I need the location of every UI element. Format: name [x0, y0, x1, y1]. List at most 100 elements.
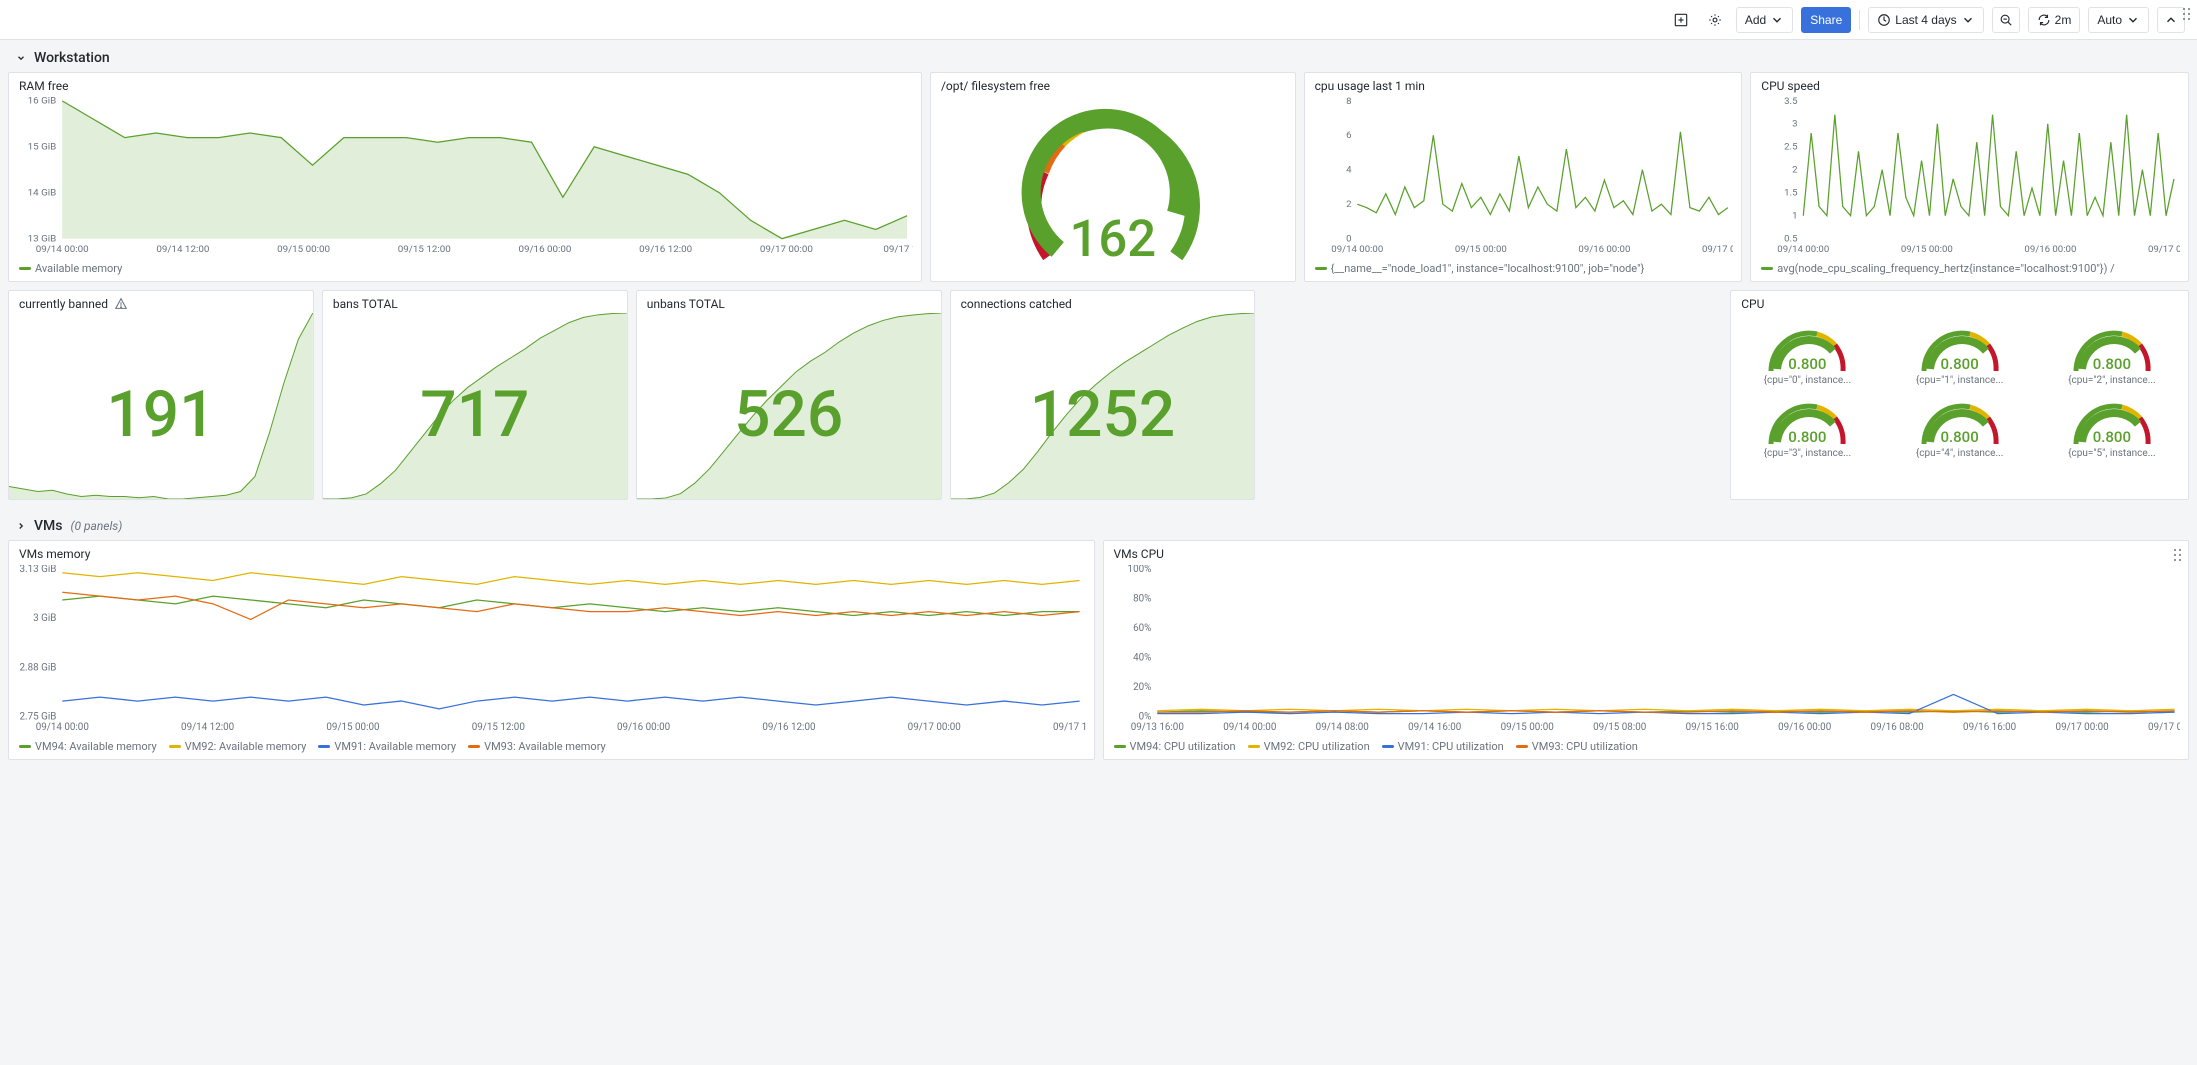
gauge-value: 0.800 [1788, 428, 1826, 446]
gauge-value: 0.800 [1940, 355, 1978, 373]
svg-text:09/17 12:00: 09/17 12:00 [1053, 722, 1085, 733]
svg-text:15 GiB: 15 GiB [28, 142, 57, 153]
svg-text:09/16 08:00: 09/16 08:00 [1870, 722, 1923, 733]
workstation-row-2: currently banned 191 bans TOTAL 717 unba… [0, 290, 2197, 508]
svg-text:09/15 00:00: 09/15 00:00 [1901, 244, 1953, 255]
gauge-label: {cpu="1", instance... [1916, 375, 2004, 386]
legend-label: Available memory [35, 262, 122, 275]
svg-text:40%: 40% [1133, 652, 1151, 663]
panel-unbans-total[interactable]: unbans TOTAL 526 [636, 290, 942, 500]
svg-text:09/15 00:00: 09/15 00:00 [1454, 244, 1506, 255]
panel-opt-fs[interactable]: /opt/ filesystem free 162 [930, 72, 1296, 282]
chart-cpu-speed[interactable]: 0.511.522.533.509/14 00:0009/15 00:0009/… [1751, 95, 2188, 260]
legend-label: VM91: Available memory [334, 740, 456, 753]
auto-label: Auto [2097, 13, 2122, 27]
svg-text:1.5: 1.5 [1784, 188, 1798, 199]
svg-text:09/17 00:00: 09/17 00:00 [760, 244, 813, 255]
legend-vms-memory: VM94: Available memory VM92: Available me… [9, 738, 1094, 759]
svg-text:09/16 12:00: 09/16 12:00 [639, 244, 692, 255]
section-header-workstation[interactable]: Workstation [0, 40, 2197, 72]
panel-currently-banned[interactable]: currently banned 191 [8, 290, 314, 500]
refresh-button[interactable]: 2m [2028, 7, 2081, 33]
share-button[interactable]: Share [1801, 7, 1851, 33]
legend-swatch [1761, 267, 1773, 270]
svg-text:4: 4 [1346, 165, 1352, 176]
chart-vms-memory[interactable]: 2.75 GiB2.88 GiB3 GiB3.13 GiB09/14 00:00… [9, 563, 1094, 738]
legend-label: VM91: CPU utilization [1398, 740, 1504, 753]
refresh-auto-button[interactable]: Auto [2088, 7, 2149, 33]
gauge-value: 0.800 [1788, 355, 1826, 373]
section-header-vms[interactable]: VMs (0 panels) [0, 508, 2197, 540]
legend-item[interactable]: VM93: Available memory [468, 740, 606, 753]
chart-vms-cpu[interactable]: 0%20%40%60%80%100%09/13 16:0009/14 00:00… [1104, 563, 2189, 738]
legend-item[interactable]: Available memory [19, 262, 122, 275]
legend-swatch [468, 745, 480, 748]
gauge-svg: 162 [939, 97, 1287, 277]
panel-cpu-speed[interactable]: CPU speed 0.511.522.533.509/14 00:0009/1… [1750, 72, 2189, 282]
gauge-label: {cpu="0", instance... [1764, 375, 1852, 386]
legend-swatch [1516, 745, 1528, 748]
panel-bans-total[interactable]: bans TOTAL 717 [322, 290, 628, 500]
settings-icon-button[interactable] [1702, 7, 1728, 33]
panel-title-text: cpu usage last 1 min [1315, 79, 1425, 93]
legend-item[interactable]: VM92: Available memory [169, 740, 307, 753]
legend-label: VM94: Available memory [35, 740, 157, 753]
add-panel-icon-button[interactable] [1668, 7, 1694, 33]
legend-item[interactable]: VM93: CPU utilization [1516, 740, 1638, 753]
cpu-mini-gauge: 0.800 {cpu="4", instance... [1887, 390, 2031, 459]
legend-item[interactable]: {__name__="node_load1", instance="localh… [1315, 262, 1645, 275]
legend-item[interactable]: VM94: CPU utilization [1114, 740, 1236, 753]
add-dropdown-button[interactable]: Add [1736, 7, 1793, 33]
panel-title-text: unbans TOTAL [647, 297, 725, 311]
panel-title-text: currently banned [19, 297, 108, 311]
legend-item[interactable]: avg(node_cpu_scaling_frequency_hertz{ins… [1761, 262, 2114, 275]
clock-icon [1877, 13, 1891, 27]
drag-handle-icon[interactable] [2181, 6, 2193, 22]
warning-icon [114, 297, 128, 311]
legend-item[interactable]: VM92: CPU utilization [1248, 740, 1370, 753]
panel-title-text: CPU speed [1761, 79, 1820, 93]
panel-title-text: VMs CPU [1114, 547, 1164, 561]
legend-item[interactable]: VM91: CPU utilization [1382, 740, 1504, 753]
dashboard-toolbar: Add Share Last 4 days 2m Auto [0, 0, 2197, 40]
svg-text:0%: 0% [1138, 712, 1151, 723]
panel-vms-memory[interactable]: VMs memory 2.75 GiB2.88 GiB3 GiB3.13 GiB… [8, 540, 1095, 760]
legend-item[interactable]: VM94: Available memory [19, 740, 157, 753]
vms-row: VMs memory 2.75 GiB2.88 GiB3 GiB3.13 GiB… [0, 540, 2197, 768]
svg-text:09/13 16:00: 09/13 16:00 [1130, 722, 1183, 733]
panel-cpu-load1[interactable]: cpu usage last 1 min 0246809/14 00:0009/… [1304, 72, 1743, 282]
svg-text:09/14 12:00: 09/14 12:00 [181, 722, 234, 733]
empty-cell [1263, 290, 1722, 500]
zoom-out-button[interactable] [1992, 7, 2020, 33]
chart-currently-banned: 191 [9, 313, 313, 499]
panel-vms-cpu[interactable]: VMs CPU 0%20%40%60%80%100%09/13 16:0009/… [1103, 540, 2190, 760]
chart-cpu-load1[interactable]: 0246809/14 00:0009/15 00:0009/16 00:0009… [1305, 95, 1742, 260]
svg-text:09/14 16:00: 09/14 16:00 [1408, 722, 1461, 733]
panel-ram-free[interactable]: RAM free 13 GiB14 GiB15 GiB16 GiB09/14 0… [8, 72, 922, 282]
svg-text:09/14 12:00: 09/14 12:00 [156, 244, 209, 255]
svg-text:09/15 08:00: 09/15 08:00 [1593, 722, 1646, 733]
time-range-button[interactable]: Last 4 days [1868, 7, 1983, 33]
legend-label: avg(node_cpu_scaling_frequency_hertz{ins… [1777, 262, 2114, 275]
svg-text:14 GiB: 14 GiB [28, 188, 57, 199]
drag-handle-icon[interactable] [2172, 547, 2184, 563]
legend-label: VM92: CPU utilization [1264, 740, 1370, 753]
panel-connections-catched[interactable]: connections catched 1252 [950, 290, 1256, 500]
panel-cpu-multi[interactable]: CPU 0.800 {cpu="0", instance... 0.800 {c… [1730, 290, 2189, 500]
panel-add-icon [1674, 13, 1688, 27]
stat-value: 717 [420, 383, 529, 447]
svg-text:80%: 80% [1133, 593, 1151, 604]
svg-text:09/14 08:00: 09/14 08:00 [1315, 722, 1368, 733]
chevron-right-icon [16, 521, 26, 531]
legend-swatch [1114, 745, 1126, 748]
add-label: Add [1745, 13, 1766, 27]
legend-item[interactable]: VM91: Available memory [318, 740, 456, 753]
zoom-out-icon [1999, 13, 2013, 27]
stat-value: 191 [106, 383, 215, 447]
chart-unbans-total: 526 [637, 313, 941, 499]
refresh-icon [2037, 13, 2051, 27]
svg-text:8: 8 [1346, 97, 1351, 107]
chart-ram-free[interactable]: 13 GiB14 GiB15 GiB16 GiB09/14 00:0009/14… [9, 95, 921, 260]
toolbar-separator [1859, 10, 1860, 30]
svg-text:2.88 GiB: 2.88 GiB [20, 662, 57, 673]
